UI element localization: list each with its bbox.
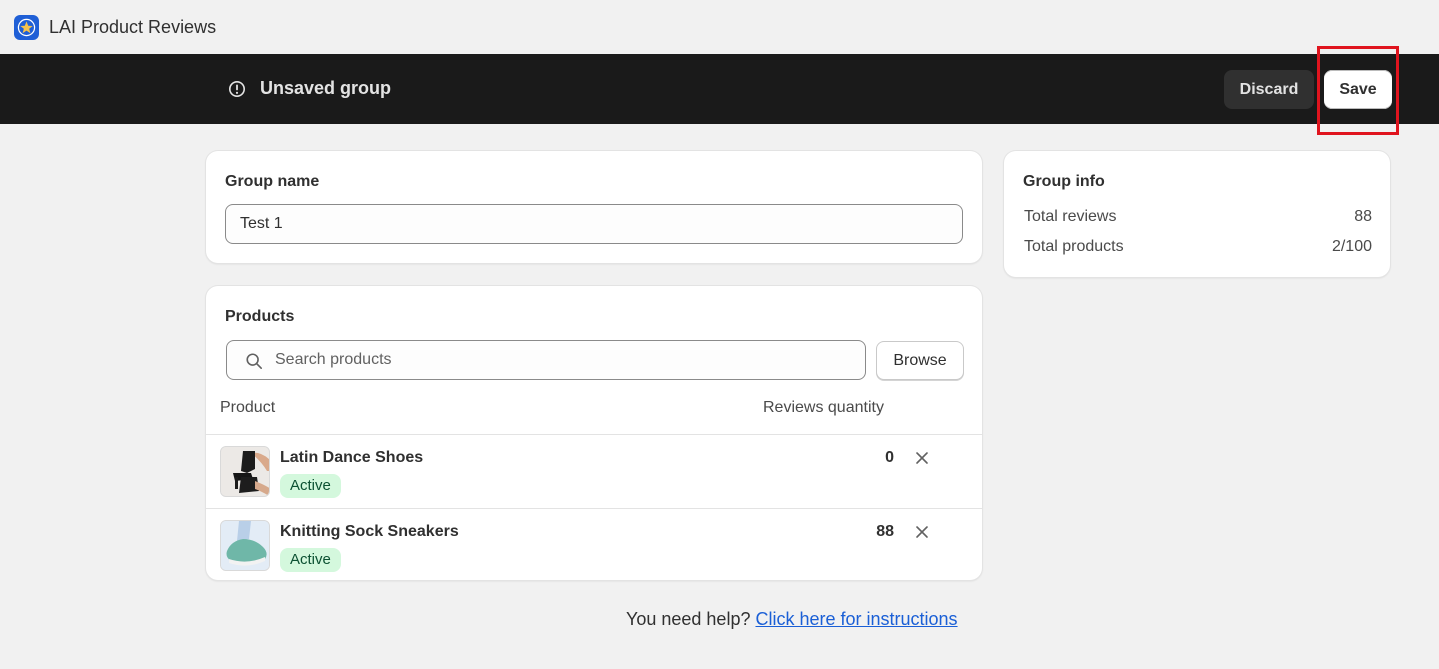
group-name-card: Group name xyxy=(206,151,982,263)
total-reviews-label: Total reviews xyxy=(1024,208,1117,225)
group-name-input[interactable] xyxy=(225,204,963,244)
help-text: You need help? xyxy=(626,609,751,629)
warning-icon xyxy=(228,80,246,98)
total-products-row: Total products 2/100 xyxy=(1024,238,1372,256)
help-footer: You need help? Click here for instructio… xyxy=(626,609,958,630)
app-header: LAI Product Reviews xyxy=(0,0,1439,54)
browse-button[interactable]: Browse xyxy=(876,341,964,380)
total-products-value: 2/100 xyxy=(1331,238,1372,255)
status-badge: Active xyxy=(280,548,341,572)
product-name[interactable]: Knitting Sock Sneakers xyxy=(280,523,459,541)
save-bar-title: Unsaved group xyxy=(260,78,392,98)
group-name-label: Group name xyxy=(225,173,320,190)
product-thumbnail xyxy=(220,520,270,571)
group-info-card: Group info Total reviews 88 Total produc… xyxy=(1004,151,1390,277)
total-products-label: Total products xyxy=(1024,238,1124,255)
reviews-quantity: 0 xyxy=(885,449,894,466)
column-header-reviews: Reviews quantity xyxy=(763,399,884,416)
close-icon[interactable] xyxy=(914,524,930,540)
help-link[interactable]: Click here for instructions xyxy=(755,609,957,629)
reviews-quantity: 88 xyxy=(876,523,894,540)
table-row: Knitting Sock Sneakers Active 88 xyxy=(206,508,982,580)
product-name[interactable]: Latin Dance Shoes xyxy=(280,449,423,467)
app-logo-icon xyxy=(14,14,39,40)
save-bar: Unsaved group Discard Save xyxy=(0,54,1439,124)
total-reviews-row: Total reviews 88 xyxy=(1024,208,1372,226)
search-field[interactable] xyxy=(226,340,866,380)
save-button[interactable]: Save xyxy=(1324,70,1392,109)
total-reviews-value: 88 xyxy=(1354,208,1372,225)
products-card: Products Browse Product Reviews quantity… xyxy=(206,286,982,580)
column-header-product: Product xyxy=(220,399,276,416)
search-input[interactable] xyxy=(275,341,855,379)
product-thumbnail xyxy=(220,446,270,497)
app-title: LAI Product Reviews xyxy=(49,16,217,37)
group-info-title: Group info xyxy=(1023,173,1105,190)
close-icon[interactable] xyxy=(914,450,930,466)
status-badge: Active xyxy=(280,474,341,498)
search-icon xyxy=(246,353,263,370)
products-title: Products xyxy=(225,308,295,325)
table-row: Latin Dance Shoes Active 0 xyxy=(206,434,982,508)
discard-button[interactable]: Discard xyxy=(1224,70,1314,109)
